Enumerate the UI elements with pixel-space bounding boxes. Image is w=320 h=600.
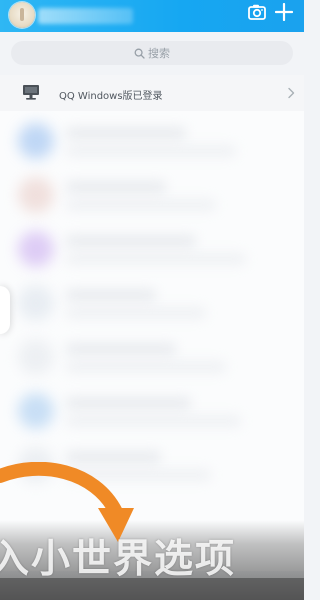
plus-icon[interactable] (275, 3, 293, 21)
overlay-caption: 入小世界选项 (0, 537, 237, 578)
list-item[interactable] (0, 385, 304, 437)
search-bar[interactable]: 搜索 (11, 41, 293, 65)
list-item-title (66, 397, 191, 409)
list-item-title (66, 181, 166, 193)
list-item-title (66, 127, 186, 139)
list-item-preview (66, 199, 216, 211)
list-item-title (66, 289, 156, 301)
top-bar (0, 0, 304, 32)
list-item[interactable] (0, 115, 304, 167)
avatar (18, 177, 54, 213)
list-item-preview (66, 415, 241, 427)
avatar[interactable] (9, 2, 35, 28)
bottom-tab-bar (0, 578, 304, 600)
list-item[interactable] (0, 223, 304, 275)
list-item[interactable] (0, 331, 304, 383)
list-item-preview (66, 361, 226, 373)
list-item-title (66, 235, 196, 247)
search-placeholder: 搜索 (148, 47, 170, 60)
list-item[interactable] (0, 277, 304, 329)
monitor-icon (23, 85, 39, 100)
avatar (18, 285, 54, 321)
list-item[interactable] (0, 169, 304, 221)
device-login-text: QQ Windows版已登录 (59, 91, 163, 102)
avatar (18, 393, 54, 429)
chevron-right-icon (288, 87, 295, 99)
avatar (18, 231, 54, 267)
list-item-preview (66, 307, 206, 319)
side-drawer-handle[interactable] (0, 286, 10, 334)
search-icon (134, 48, 145, 59)
list-item-preview (66, 145, 236, 157)
avatar (18, 339, 54, 375)
list-item-preview (66, 253, 246, 265)
avatar (18, 123, 54, 159)
list-item-title (66, 343, 176, 355)
camera-icon[interactable] (248, 4, 266, 20)
device-login-row[interactable]: QQ Windows版已登录 (0, 75, 304, 111)
nickname-blurred (38, 8, 133, 24)
